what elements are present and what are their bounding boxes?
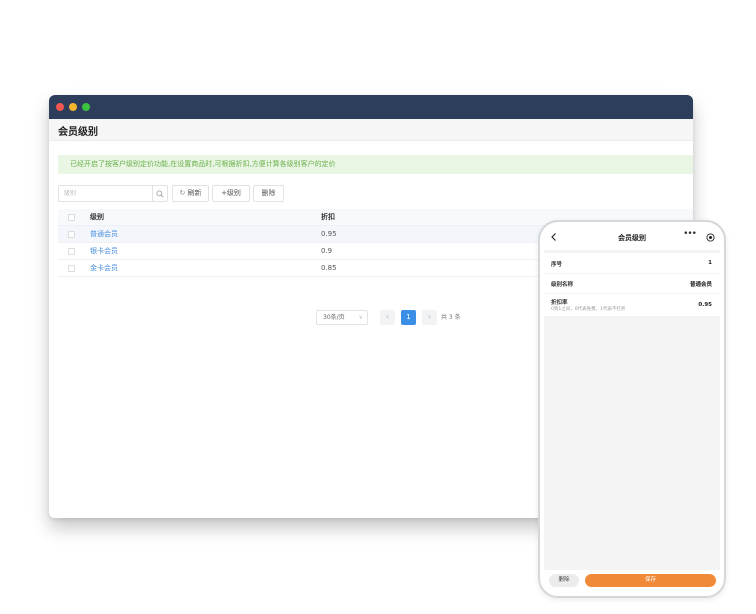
level-name-link[interactable]: 金卡会员 [90, 260, 118, 277]
page-size-value: 30条/页 [323, 314, 345, 321]
mobile-save-button[interactable]: 保存 [585, 574, 716, 587]
total-count: 共 3 条 [441, 314, 461, 321]
phone-frame: 会员级别 ••• 序号 1 级别名称 普通会员 折扣率 0到1之间，0代表免费，… [538, 220, 726, 598]
refresh-button[interactable]: ↻ 刷新 [172, 185, 209, 202]
search-box [58, 185, 168, 202]
search-input[interactable] [59, 186, 152, 201]
select-all-checkbox[interactable] [68, 214, 75, 221]
level-name-link[interactable]: 普通会员 [90, 226, 118, 243]
search-icon [156, 189, 164, 197]
level-name-label: 级别名称 [551, 282, 574, 288]
discount-row[interactable]: 折扣率 0到1之间，0代表免费，1代表不打折 0.95 [544, 294, 720, 316]
level-name-value[interactable]: 普通会员 [690, 280, 712, 288]
chevron-down-icon: ∨ [358, 314, 363, 321]
capsule-close-icon[interactable] [706, 233, 715, 242]
search-button[interactable] [152, 186, 167, 201]
add-level-button[interactable]: +级别 [212, 185, 250, 202]
prev-page-button[interactable]: ‹ [380, 310, 395, 325]
close-window-button[interactable] [56, 103, 64, 111]
chevron-left-icon: ‹ [386, 313, 389, 321]
minimize-window-button[interactable] [69, 103, 77, 111]
level-name-row[interactable]: 级别名称 普通会员 [544, 274, 720, 293]
mobile-delete-button[interactable]: 删除 [549, 574, 579, 587]
phone-screen: 会员级别 ••• 序号 1 级别名称 普通会员 折扣率 0到1之间，0代表免费，… [544, 226, 720, 592]
delete-button[interactable]: 删除 [253, 185, 284, 202]
discount-value[interactable]: 0.95 [698, 302, 712, 308]
header-discount: 折扣 [321, 213, 335, 221]
page-header: 会员级别 [49, 119, 693, 141]
level-discount: 0.95 [321, 230, 337, 238]
seq-value: 1 [708, 260, 712, 266]
level-discount: 0.85 [321, 264, 337, 272]
more-icon[interactable]: ••• [683, 229, 697, 239]
page-title: 会员级别 [58, 127, 98, 138]
window-titlebar [49, 95, 693, 119]
mobile-action-bar: 删除 保存 [544, 570, 720, 592]
level-name-link[interactable]: 银卡会员 [90, 243, 118, 260]
refresh-icon: ↻ [179, 189, 186, 197]
header-level: 级别 [90, 213, 104, 221]
mobile-nav-bar: 会员级别 ••• [544, 226, 720, 250]
page-size-select[interactable]: 30条/页 ∨ [316, 310, 368, 325]
row-checkbox[interactable] [68, 248, 75, 255]
seq-row: 序号 1 [544, 253, 720, 273]
level-discount: 0.9 [321, 247, 333, 255]
notice-banner: 已经开启了按客户级别定价功能,在设置商品时,可根据折扣,方便计算各级别客户的定价 [58, 155, 693, 174]
seq-label: 序号 [551, 262, 563, 268]
next-page-button[interactable]: › [422, 310, 437, 325]
row-checkbox[interactable] [68, 231, 75, 238]
discount-hint: 0到1之间，0代表免费，1代表不打折 [551, 307, 626, 312]
maximize-window-button[interactable] [82, 103, 90, 111]
row-checkbox[interactable] [68, 265, 75, 272]
page-button-current[interactable]: 1 [401, 310, 416, 325]
chevron-right-icon: › [428, 313, 431, 321]
discount-label: 折扣率 [551, 300, 568, 306]
refresh-label: 刷新 [187, 189, 202, 197]
